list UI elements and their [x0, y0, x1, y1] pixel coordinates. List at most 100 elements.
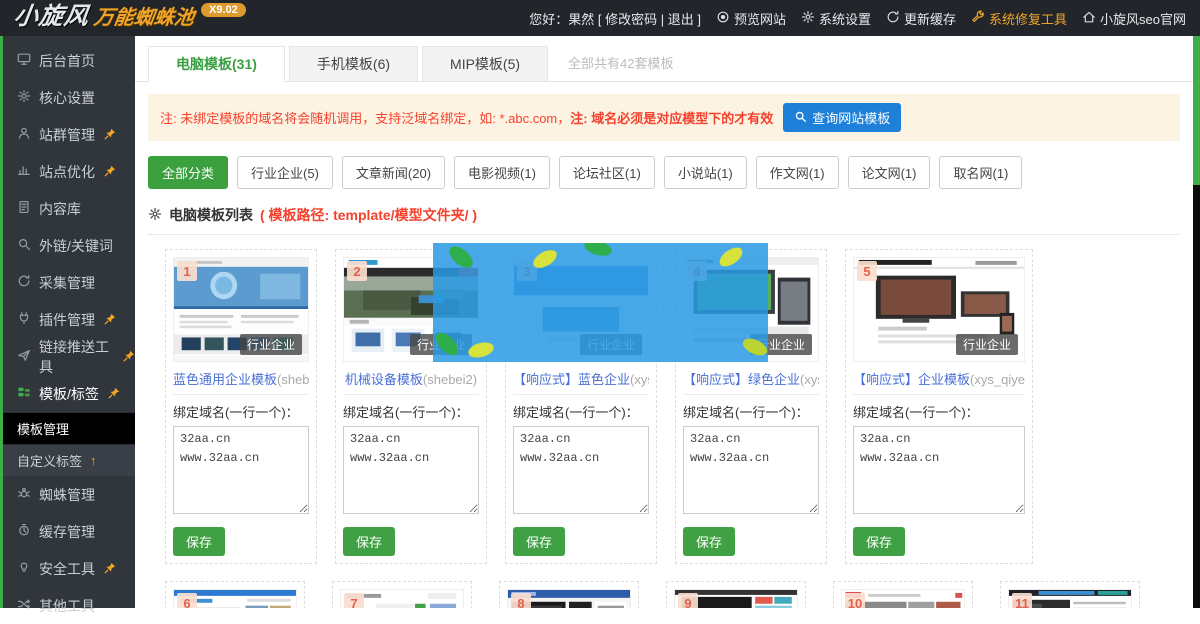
account-area: 您好：果然 [ 修改密码 | 退出 ]	[529, 9, 701, 28]
sidebar-subitem-label: 自定义标签	[17, 451, 82, 470]
save-button[interactable]: 保存	[173, 527, 225, 556]
app-logo: 小旋风 万能蜘蛛池 X9.02	[14, 0, 246, 36]
sidebar-item-collect-manage[interactable]: 采集管理	[3, 264, 135, 301]
save-button[interactable]: 保存	[683, 527, 735, 556]
gear-icon	[17, 89, 31, 106]
sidebar-nav: 后台首页核心设置站群管理站点优化内容库外链/关键词采集管理插件管理链接推送工具模…	[0, 36, 135, 608]
template-tabbar: 电脑模板(31)手机模板(6)MIP模板(5) 全部共有42套模板	[135, 36, 1193, 82]
sidebar-item-push-tools[interactable]: 链接推送工具	[3, 338, 135, 375]
sidebar-item-templates-tags[interactable]: 模板/标签	[3, 375, 135, 412]
bind-domain-label: 绑定域名(一行一个)：	[173, 402, 309, 421]
sidebar-item-cache-manage[interactable]: 缓存管理	[3, 513, 135, 550]
update-cache-button[interactable]: 更新缓存	[886, 9, 956, 28]
repair-tools-button[interactable]: 系统修复工具	[971, 9, 1067, 28]
logout-link[interactable]: 退出	[668, 12, 694, 27]
floating-blue-overlay	[433, 243, 768, 362]
menu-label: 系统设置	[819, 9, 871, 28]
sidebar-item-core-settings[interactable]: 核心设置	[3, 79, 135, 116]
page-scrollbar-track[interactable]	[1193, 36, 1200, 608]
user-icon	[17, 126, 31, 143]
tab-mip-templates[interactable]: MIP模板(5)	[422, 46, 548, 82]
tab-pc-templates[interactable]: 电脑模板(31)	[148, 46, 285, 82]
sidebar-item-label: 内容库	[39, 199, 81, 219]
template-code: (xys_lvse)	[800, 372, 819, 387]
category-filter-bar: 全部分类行业企业(5) 文章新闻(20) 电影视频(1) 论坛社区(1) 小说站(1) 作…	[148, 156, 1180, 189]
preview-site-button[interactable]: 预览网站	[716, 9, 786, 28]
category-button[interactable]: 全部分类	[148, 156, 228, 189]
template-thumbnail[interactable]: 6	[173, 589, 297, 608]
sidebar-item-security-tools[interactable]: 安全工具	[3, 550, 135, 587]
sidebar-item-plugin-manage[interactable]: 插件管理	[3, 301, 135, 338]
search-icon	[17, 237, 31, 254]
pin-icon	[104, 561, 116, 577]
sidebar-item-label: 安全工具	[39, 559, 95, 579]
sidebar-item-site-optimize[interactable]: 站点优化	[3, 153, 135, 190]
category-button[interactable]: 取名网(1)	[939, 156, 1022, 189]
official-site-button[interactable]: 小旋风seo官网	[1082, 9, 1186, 28]
system-settings-button[interactable]: 系统设置	[801, 9, 871, 28]
domain-textarea[interactable]: 32aa.cn www.32aa.cn	[513, 426, 649, 514]
page-scrollbar-thumb[interactable]	[1193, 36, 1200, 185]
card-number-badge: 2	[347, 261, 367, 281]
sidebar-item-content-library[interactable]: 内容库	[3, 190, 135, 227]
save-button[interactable]: 保存	[343, 527, 395, 556]
save-button[interactable]: 保存	[513, 527, 565, 556]
template-thumbnail[interactable]: 11	[1008, 589, 1132, 608]
template-name-link[interactable]: 【响应式】蓝色企业	[513, 372, 630, 387]
sidebar-item-label: 模板/标签	[39, 384, 99, 404]
template-name-link[interactable]: 【响应式】企业模板	[853, 372, 970, 387]
sidebar-item-spider-manage[interactable]: 蜘蛛管理	[3, 476, 135, 513]
category-button[interactable]: 小说站(1)	[664, 156, 747, 189]
template-thumbnail[interactable]: 9	[674, 589, 798, 608]
logo-sub-text: 万能蜘蛛池	[91, 0, 196, 36]
sidebar-item-label: 蜘蛛管理	[39, 485, 95, 505]
template-thumbnail[interactable]: 5行业企业	[853, 257, 1025, 362]
tab-mobile-templates[interactable]: 手机模板(6)	[289, 46, 418, 82]
doc-icon	[17, 200, 31, 217]
domain-textarea[interactable]: 32aa.cn www.32aa.cn	[683, 426, 819, 514]
category-button[interactable]: 文章新闻(20)	[342, 156, 445, 189]
menu-label: 更新缓存	[904, 9, 956, 28]
query-site-template-button[interactable]: 查询网站模板	[783, 103, 901, 132]
sidebar-item-label: 站点优化	[39, 162, 95, 182]
category-tag: 行业企业	[956, 334, 1018, 355]
domain-textarea[interactable]: 32aa.cn www.32aa.cn	[173, 426, 309, 514]
query-button-label: 查询网站模板	[812, 108, 890, 127]
save-button[interactable]: 保存	[853, 527, 905, 556]
card-number-badge: 7	[344, 593, 364, 608]
template-thumbnail[interactable]: 8	[507, 589, 631, 608]
sidebar-item-label: 缓存管理	[39, 522, 95, 542]
category-button[interactable]: 论文网(1)	[848, 156, 931, 189]
change-password-link[interactable]: 修改密码	[605, 12, 657, 27]
category-button[interactable]: 作文网(1)	[756, 156, 839, 189]
pin-icon	[104, 164, 116, 180]
shuffle-icon	[17, 597, 31, 614]
spider-icon	[17, 486, 31, 503]
category-button[interactable]: 行业企业(5)	[237, 156, 333, 189]
template-name-link[interactable]: 蓝色通用企业模板	[173, 372, 277, 387]
arrow-up-icon: ↑	[90, 453, 97, 468]
card-number-badge: 1	[177, 261, 197, 281]
template-card: 9	[666, 581, 806, 608]
bulb-icon	[17, 560, 31, 577]
sidebar-item-site-group[interactable]: 站群管理	[3, 116, 135, 153]
sidebar-item-label: 外链/关键词	[39, 236, 113, 256]
template-card: 11	[1000, 581, 1140, 608]
sidebar-item-links-keywords[interactable]: 外链/关键词	[3, 227, 135, 264]
domain-textarea[interactable]: 32aa.cn www.32aa.cn	[853, 426, 1025, 514]
sidebar-item-other-tools[interactable]: 其他工具	[3, 587, 135, 624]
template-name-link[interactable]: 【响应式】绿色企业	[683, 372, 800, 387]
template-thumbnail[interactable]: 10	[841, 589, 965, 608]
sidebar-item-label: 链接推送工具	[39, 337, 114, 377]
category-button[interactable]: 论坛社区(1)	[559, 156, 655, 189]
category-button[interactable]: 电影视频(1)	[454, 156, 550, 189]
domain-textarea[interactable]: 32aa.cn www.32aa.cn	[343, 426, 479, 514]
card-number-badge: 9	[678, 593, 698, 608]
sidebar-subitem-custom-tags[interactable]: 自定义标签 ↑	[3, 444, 135, 476]
sidebar-subitem-template-manage[interactable]: 模板管理	[3, 412, 135, 444]
template-thumbnail[interactable]: 1行业企业	[173, 257, 309, 362]
card-number-badge: 11	[1012, 593, 1032, 608]
template-name-link[interactable]: 机械设备模板	[345, 372, 423, 387]
sidebar-item-dashboard[interactable]: 后台首页	[3, 42, 135, 79]
template-thumbnail[interactable]: 7	[340, 589, 464, 608]
